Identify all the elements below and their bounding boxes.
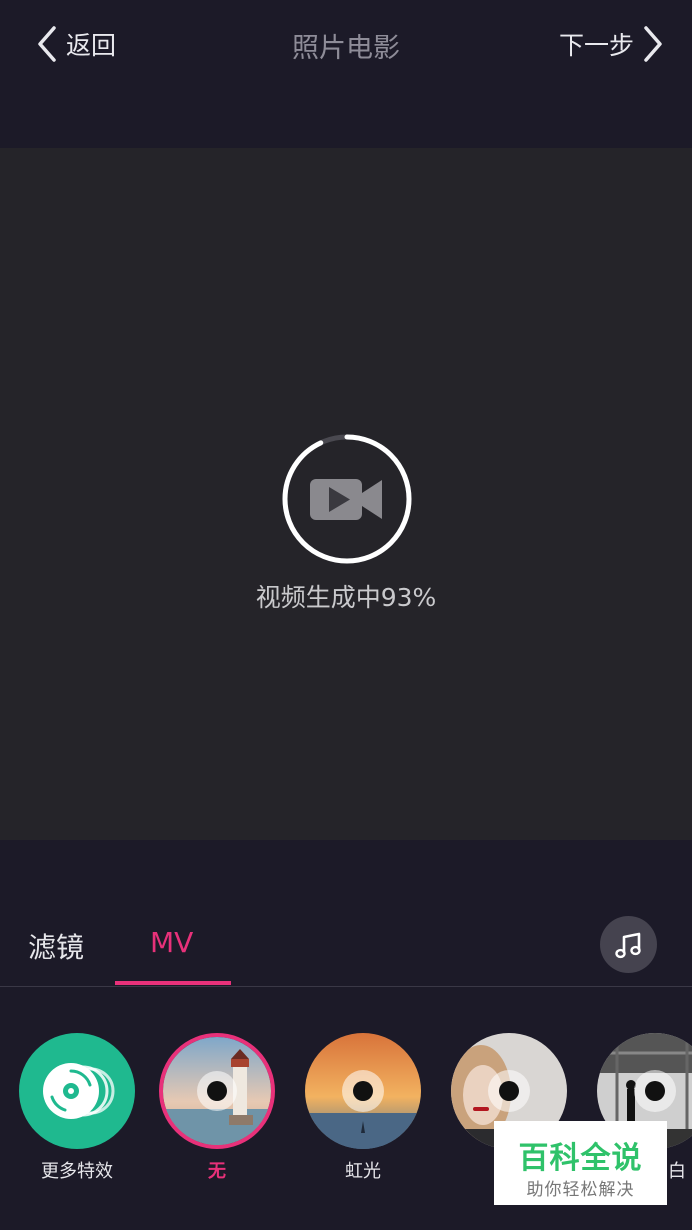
tab-mv[interactable]: MV xyxy=(150,926,193,959)
tab-filter[interactable]: 滤镜 xyxy=(28,926,84,966)
tabs-divider xyxy=(0,986,692,987)
mv-label-none: 无 xyxy=(208,1161,226,1182)
watermark-subtitle: 助你轻松解决 xyxy=(526,1180,635,1200)
video-camera-icon xyxy=(310,479,382,520)
music-note-icon xyxy=(614,932,641,958)
mv-item-none[interactable]: 无 xyxy=(159,1033,275,1182)
next-step-label: 下一步 xyxy=(558,31,634,60)
active-tab-indicator xyxy=(115,981,231,985)
progress-ring xyxy=(282,434,412,564)
mv-item-more-effects[interactable]: 更多特效 xyxy=(19,1033,135,1182)
mv-item-rainbow-light[interactable]: 虹光 xyxy=(305,1033,421,1182)
lighthouse-thumbnail xyxy=(163,1037,271,1145)
music-button[interactable] xyxy=(600,916,657,973)
mv-thumb-more-effects xyxy=(19,1033,135,1149)
watermark-title: 百科全说 xyxy=(518,1141,643,1176)
effect-tabs: 滤镜 MV xyxy=(0,900,692,986)
disc-stack-icon xyxy=(43,1063,115,1119)
watermark-logo: 百科全说 助你轻松解决 xyxy=(494,1121,667,1205)
sunset-thumbnail xyxy=(305,1033,421,1149)
next-step-button[interactable]: 下一步 xyxy=(559,24,664,64)
mv-thumb-rainbow-light xyxy=(305,1033,421,1149)
chevron-right-icon xyxy=(644,26,662,62)
mv-thumb-none xyxy=(159,1033,275,1149)
progress-status-text: 视频生成中93% xyxy=(255,583,437,612)
mv-label-rainbow-light: 虹光 xyxy=(345,1161,381,1182)
navigation-bar: 返回 照片电影 下一步 xyxy=(0,0,692,148)
mv-label-more-effects: 更多特效 xyxy=(41,1161,113,1182)
